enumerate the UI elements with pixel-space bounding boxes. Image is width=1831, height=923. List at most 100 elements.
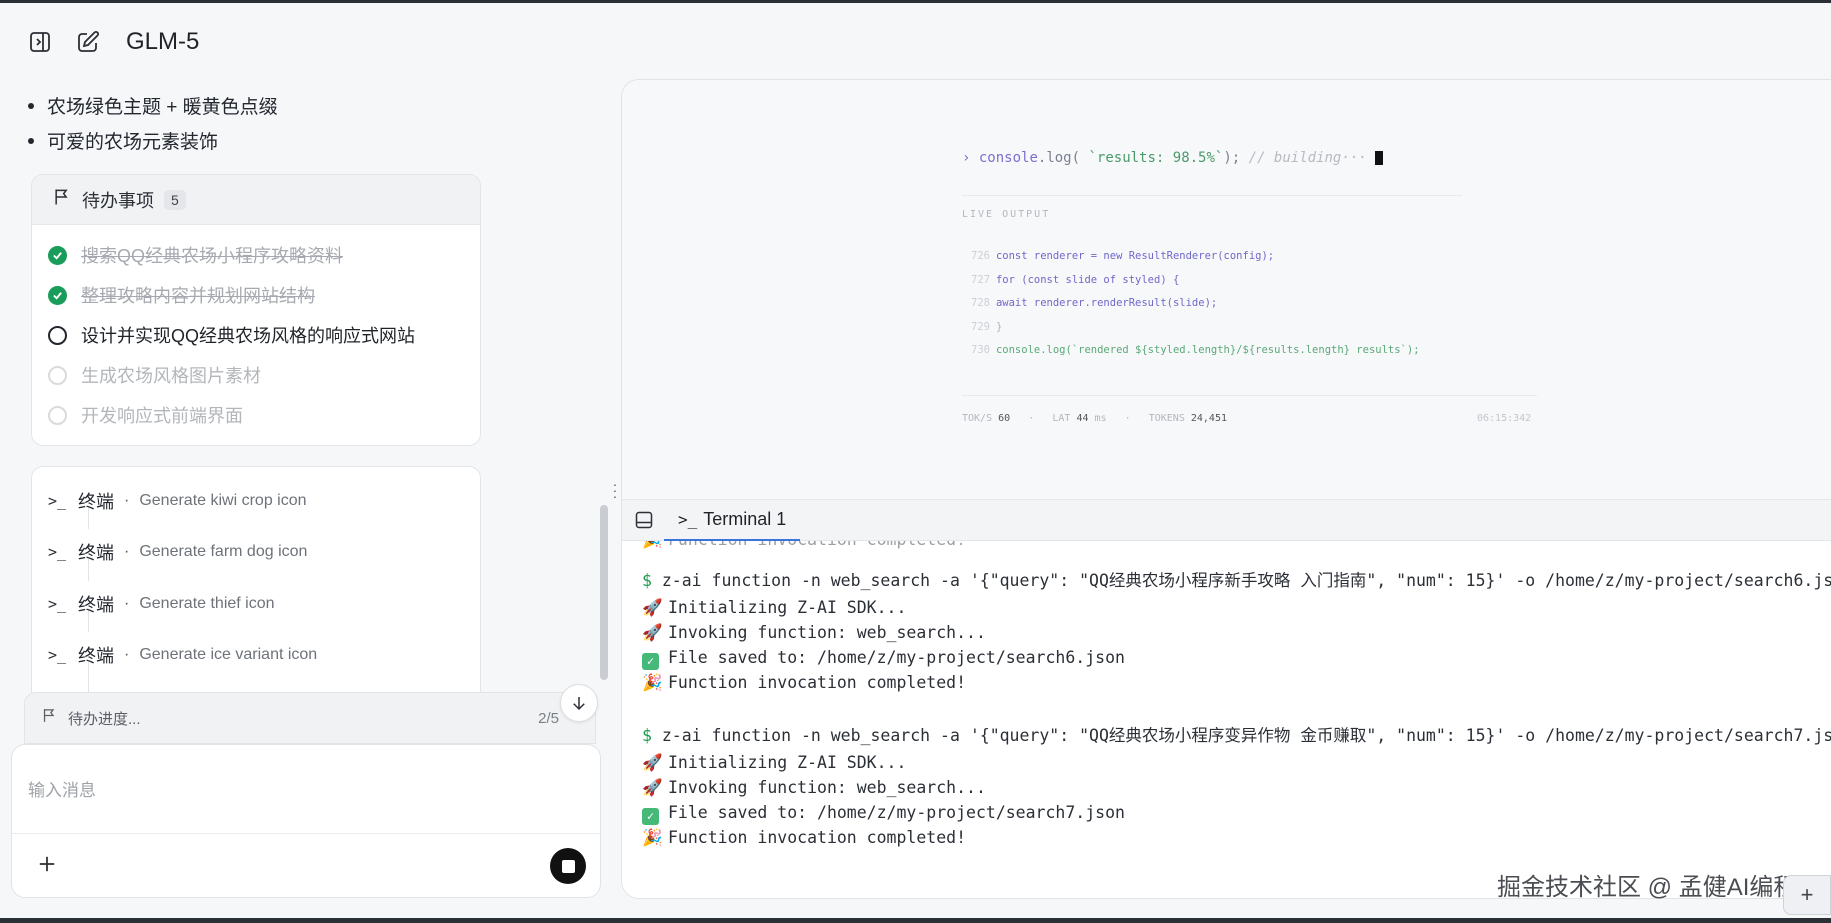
terminal-text: Initializing Z-AI SDK... <box>668 753 907 772</box>
todo-list: 搜索QQ经典农场小程序攻略资料 整理攻略内容并规划网站结构 设计并实现QQ经典农… <box>32 225 480 435</box>
todo-title: 待办事项 <box>82 190 154 211</box>
command-text: z-ai function -n web_search -a '{"query"… <box>661 726 1831 745</box>
party-icon: 🎉 <box>642 828 663 847</box>
new-chat-icon[interactable] <box>74 28 102 56</box>
composer-divider <box>12 833 600 834</box>
rocket-icon: 🚀 <box>642 778 663 797</box>
chat-scrollbar[interactable] <box>600 505 608 680</box>
preview-timestamp: 06:15:342 <box>1477 413 1532 424</box>
message-input[interactable] <box>28 761 568 821</box>
command-text: z-ai function -n web_search -a '{"query"… <box>661 571 1831 590</box>
terminal-text: Initializing Z-AI SDK... <box>668 598 907 617</box>
todo-item: 生成农场风格图片素材 <box>32 355 480 395</box>
scroll-to-bottom-button[interactable] <box>560 684 598 722</box>
todo-progress-bar[interactable]: 待办进度... 2/5 <box>24 692 596 744</box>
todo-text: 整理攻略内容并规划网站结构 <box>81 286 315 306</box>
step-separator: · <box>124 646 130 664</box>
check-box-icon: ✓ <box>642 808 659 825</box>
terminal-icon: >_ <box>678 510 698 529</box>
step-desc: Generate farm dog icon <box>139 543 308 561</box>
terminal-text: Invoking function: web_search... <box>668 778 986 797</box>
party-icon: 🎉 <box>642 673 663 692</box>
rocket-icon: 🚀 <box>642 598 663 617</box>
stat-unit: ms <box>1094 413 1107 424</box>
code-line: 728 await renderer.renderResult(slide); <box>971 292 1420 316</box>
stat-label: TOK/S <box>962 413 993 424</box>
terminal-step-list: >_ 终端 · Generate kiwi crop icon >_ 终端 · … <box>48 475 317 681</box>
step-separator: · <box>124 594 130 612</box>
progress-label: 待办进度... <box>68 710 141 728</box>
watermark: 掘金技术社区 @ 孟健AI编程 <box>1497 874 1798 901</box>
flag-icon <box>41 707 58 729</box>
code-line: 730 console.log(`rendered ${styled.length… <box>971 339 1420 363</box>
step-label: 终端 <box>78 646 114 667</box>
preview-code-block: 726 const renderer = new ResultRenderer(c… <box>971 245 1420 363</box>
check-box-icon: ✓ <box>642 653 659 670</box>
todo-item: 开发响应式前端界面 <box>32 395 480 435</box>
app-title: GLM-5 <box>126 28 200 55</box>
terminal-line: 🚀 Invoking function: web_search... <box>642 778 986 798</box>
sidebar-toggle-icon[interactable] <box>26 28 54 56</box>
preview-command-line: › console.log( `results: 98.5%`); // bui… <box>962 150 1383 166</box>
rocket-icon: 🚀 <box>642 623 663 642</box>
tab-label: Terminal 1 <box>703 509 787 529</box>
terminal-output[interactable]: 🎉 Function invocation completed! $ z-ai f… <box>622 541 1831 898</box>
tab-terminal-1[interactable]: >_ Terminal 1 <box>664 500 801 541</box>
plus-icon: + <box>1800 882 1814 907</box>
terminal-line: ✓ File saved to: /home/z/my-project/searc… <box>642 803 1125 825</box>
message-bullet-list: 农场绿色主题 + 暖黄色点缀 可爱的农场元素装饰 <box>28 88 278 158</box>
terminal-line: 🎉Function invocation completed! <box>642 541 966 550</box>
add-attachment-button[interactable] <box>34 851 60 877</box>
step-label: 终端 <box>78 594 114 615</box>
terminal-icon: >_ <box>48 491 67 510</box>
stat-value: 60 <box>998 413 1011 424</box>
terminal-line: 🚀 Invoking function: web_search... <box>642 623 986 643</box>
terminal-text: Function invocation completed! <box>668 673 967 692</box>
stat-label: LAT <box>1052 413 1071 424</box>
terminal-text: Function invocation completed! <box>668 541 966 549</box>
stat-label: TOKENS <box>1148 413 1185 424</box>
preview-prompt: › <box>962 150 971 166</box>
todo-item: 搜索QQ经典农场小程序攻略资料 <box>32 235 480 275</box>
terminal-line: 🚀 Initializing Z-AI SDK... <box>642 753 906 773</box>
live-output-label: LIVE OUTPUT <box>962 209 1051 220</box>
circle-pending-icon <box>48 365 67 385</box>
code-text: const renderer = new ResultRenderer(conf… <box>995 250 1275 262</box>
terminal-icon: >_ <box>48 594 67 613</box>
live-preview: › console.log( `results: 98.5%`); // bui… <box>622 80 1831 499</box>
terminal-text: Function invocation completed! <box>668 828 967 847</box>
preview-divider <box>962 395 1537 396</box>
resize-handle-icon[interactable]: · · · <box>612 477 618 503</box>
arrow-down-icon <box>573 697 585 711</box>
line-number: 729 <box>971 320 990 333</box>
message-composer <box>11 744 601 898</box>
code-line: 726 const renderer = new ResultRenderer(c… <box>971 245 1420 269</box>
circle-active-icon <box>48 325 67 345</box>
stat-value: 44 <box>1076 413 1089 424</box>
code-text: } <box>995 320 1003 333</box>
corner-expand-button[interactable]: + <box>1783 875 1831 915</box>
panel-toggle-icon[interactable] <box>634 510 654 530</box>
preview-cmd-end: ); <box>1223 150 1241 166</box>
terminal-step[interactable]: >_ 终端 · Generate thief icon <box>48 578 317 630</box>
line-number: 728 <box>971 297 990 309</box>
check-done-icon <box>48 285 67 305</box>
terminal-command: $ z-ai function -n web_search -a '{"quer… <box>642 567 1831 591</box>
todo-text: 开发响应式前端界面 <box>81 406 243 426</box>
header: GLM-5 <box>26 24 199 60</box>
stop-generation-button[interactable] <box>550 848 586 884</box>
preview-divider <box>962 195 1462 196</box>
terminal-steps-card: >_ 终端 · Generate kiwi crop icon >_ 终端 · … <box>31 466 481 716</box>
bullet-item: 农场绿色主题 + 暖黄色点缀 <box>28 88 278 123</box>
line-number: 726 <box>971 250 990 262</box>
workspace-pane: › console.log( `results: 98.5%`); // bui… <box>621 79 1831 899</box>
circle-pending-icon <box>48 405 67 425</box>
terminal-text: File saved to: /home/z/my-project/search… <box>668 803 1125 822</box>
terminal-step[interactable]: >_ 终端 · Generate ice variant icon <box>48 630 317 682</box>
terminal-icon: >_ <box>48 543 67 562</box>
todo-item: 设计并实现QQ经典农场风格的响应式网站 <box>32 315 480 355</box>
todo-header[interactable]: 待办事项 5 <box>32 175 480 225</box>
terminal-line: 🚀 Initializing Z-AI SDK... <box>642 598 906 618</box>
terminal-step[interactable]: >_ 终端 · Generate farm dog icon <box>48 527 317 579</box>
terminal-step[interactable]: >_ 终端 · Generate kiwi crop icon <box>48 475 317 527</box>
